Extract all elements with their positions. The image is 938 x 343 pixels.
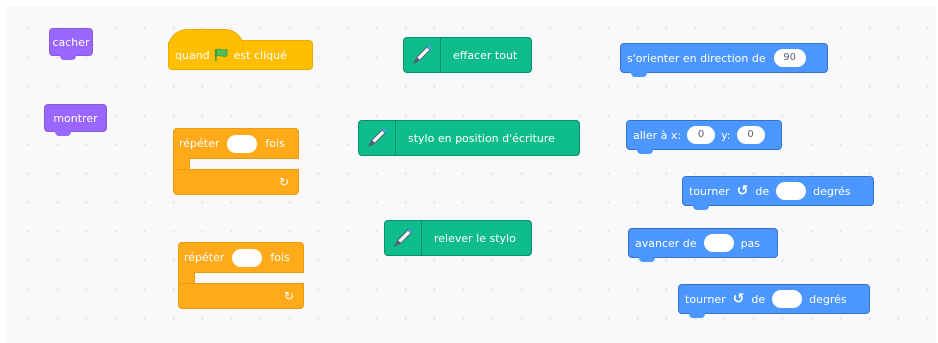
steps-input[interactable]	[703, 234, 734, 252]
repeat-arrow-icon: ↻	[278, 175, 289, 189]
turn-2-degrees-input[interactable]	[772, 290, 803, 308]
show-block[interactable]: montrer	[44, 104, 107, 136]
pen-up-block[interactable]: relever le stylo	[384, 220, 532, 256]
pen-icon	[385, 221, 422, 255]
repeat-1-prefix: répéter	[179, 137, 220, 150]
turn-1-of: de	[755, 184, 770, 198]
repeat-1-count-input[interactable]	[227, 134, 258, 153]
point-in-direction-block[interactable]: s'orienter en direction de 90	[620, 43, 828, 77]
pen-icon	[404, 38, 441, 72]
turn-2-prefix: tourner	[685, 292, 726, 306]
goto-xy-block[interactable]: aller à x: 0 y: 0	[626, 120, 782, 154]
repeat-2-suffix: fois	[270, 251, 290, 264]
when-flag-clicked-block[interactable]: quand est cliqué	[168, 29, 313, 70]
repeat-2-count-input[interactable]	[232, 248, 263, 267]
show-block-label: montrer	[53, 111, 98, 125]
when-flag-suffix: est cliqué	[233, 48, 287, 62]
x-input[interactable]: 0	[687, 126, 716, 144]
repeat-arrow-icon: ↻	[283, 289, 294, 303]
turn-2-of: de	[751, 292, 766, 306]
erase-all-block[interactable]: effacer tout	[403, 37, 532, 73]
pen-down-block[interactable]: stylo en position d'écriture	[358, 120, 580, 156]
turn-2-suffix: degrés	[809, 292, 847, 306]
pen-up-label: relever le stylo	[434, 231, 516, 245]
pen-down-label: stylo en position d'écriture	[408, 131, 555, 145]
turn-1-suffix: degrés	[813, 184, 851, 198]
pen-icon	[359, 121, 396, 155]
y-input[interactable]: 0	[736, 126, 765, 144]
when-flag-prefix: quand	[175, 48, 210, 62]
move-prefix: avancer de	[635, 236, 697, 250]
move-suffix: pas	[740, 236, 761, 250]
goto-y-label: y:	[721, 128, 731, 142]
goto-x-label: aller à x:	[633, 128, 682, 142]
direction-input[interactable]: 90	[773, 49, 806, 67]
green-flag-icon	[214, 48, 230, 62]
point-direction-label: s'orienter en direction de	[627, 51, 766, 65]
turn-1-prefix: tourner	[689, 184, 730, 198]
rotate-left-icon: ↺	[732, 291, 745, 307]
repeat-2-prefix: répéter	[184, 251, 225, 264]
move-steps-block[interactable]: avancer de pas	[628, 228, 778, 262]
hide-block-label: cacher	[52, 35, 90, 49]
turn-left-block-1[interactable]: tourner ↺ de degrés	[682, 176, 874, 210]
turn-left-block-2[interactable]: tourner ↺ de degrés	[678, 284, 870, 318]
hide-block[interactable]: cacher	[49, 28, 93, 60]
code-workspace[interactable]: cacher montrer quand est cliqué répéter …	[6, 6, 936, 343]
repeat-block-1[interactable]: répéter fois ↻	[173, 128, 299, 197]
rotate-left-icon: ↺	[736, 183, 749, 199]
turn-1-degrees-input[interactable]	[776, 182, 807, 200]
erase-all-label: effacer tout	[453, 48, 518, 62]
repeat-1-suffix: fois	[265, 137, 285, 150]
repeat-block-2[interactable]: répéter fois ↻	[178, 242, 304, 311]
